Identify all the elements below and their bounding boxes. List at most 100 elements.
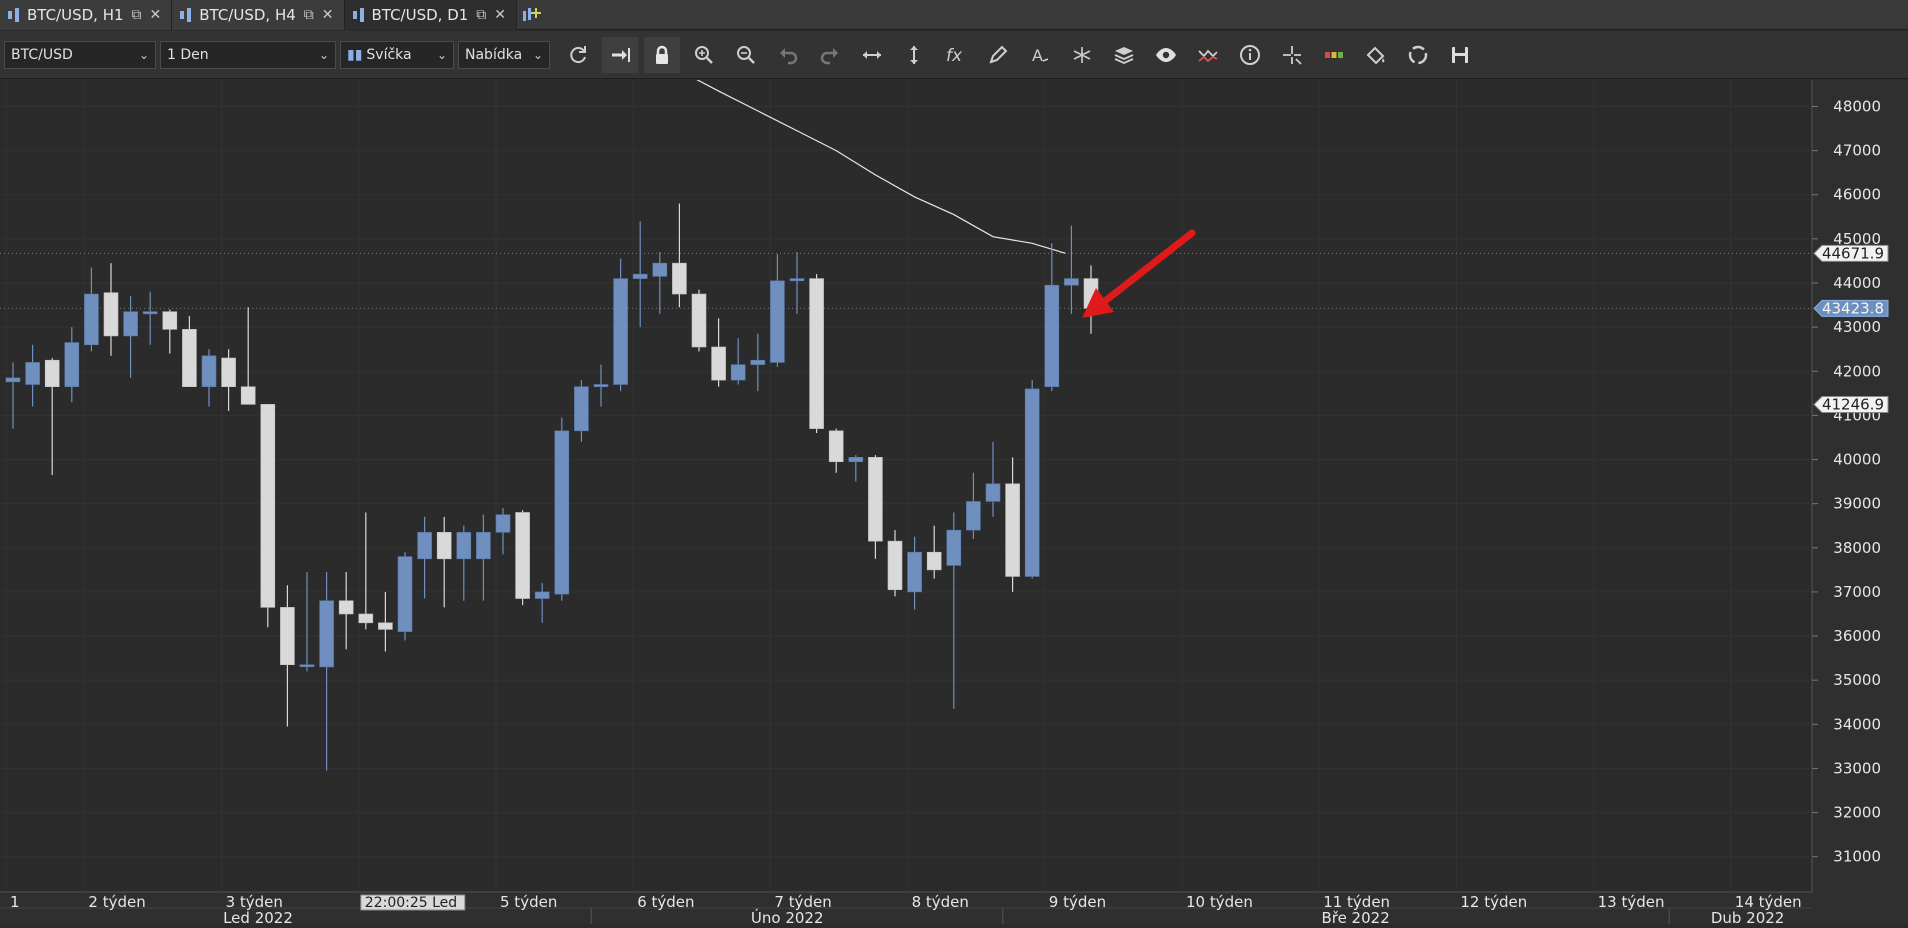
x-tick-label: 2 týden	[88, 893, 145, 911]
close-icon[interactable]: ✕	[150, 7, 162, 23]
crosshair-icon	[1283, 45, 1302, 65]
candle	[613, 258, 628, 392]
candle-body	[142, 311, 158, 315]
save-button[interactable]	[1442, 37, 1478, 73]
vertical-fit-button[interactable]	[896, 37, 932, 73]
candle-body	[632, 273, 648, 279]
candle-body	[319, 600, 334, 668]
tab-btcusd-h1[interactable]: BTC/USD, H1 ⧉ ✕	[0, 0, 173, 30]
y-tick-label: 36000	[1833, 627, 1881, 645]
fx-button[interactable]: fx	[938, 37, 974, 73]
candle-chart-icon	[180, 8, 192, 22]
autoscroll-icon	[612, 47, 630, 62]
candle-body	[946, 529, 962, 566]
y-tick-label: 37000	[1833, 583, 1881, 601]
paint-icon	[1366, 46, 1385, 64]
color-button[interactable]	[1316, 37, 1352, 73]
y-tick-label: 32000	[1833, 804, 1881, 822]
zoom-in-button[interactable]	[686, 37, 722, 73]
candle-body	[534, 591, 550, 599]
candle-body	[750, 359, 766, 365]
undo-button[interactable]	[770, 37, 806, 73]
add-chart-icon[interactable]	[517, 0, 547, 29]
y-tick-label: 33000	[1833, 759, 1881, 777]
chart-background	[0, 80, 1908, 924]
candle-body	[574, 386, 589, 432]
month-label: Bře 2022	[1321, 909, 1389, 924]
candle-body	[25, 362, 40, 385]
popout-icon[interactable]: ⧉	[476, 7, 486, 23]
month-label: Dub 2022	[1711, 909, 1785, 924]
svg-text:fx: fx	[946, 46, 963, 66]
candle-body	[828, 430, 844, 463]
y-tick-label: 48000	[1833, 97, 1881, 115]
paint-button[interactable]	[1358, 37, 1394, 73]
popout-icon[interactable]: ⧉	[132, 7, 142, 23]
info-icon	[1240, 44, 1260, 65]
symbol-select[interactable]: BTC/USD ⌄	[4, 40, 156, 69]
lock-icon	[656, 45, 668, 64]
popout-icon[interactable]: ⧉	[304, 7, 314, 23]
chevron-down-icon: ⌄	[532, 47, 543, 62]
horizontal-fit-button[interactable]	[854, 37, 890, 73]
candle-body	[789, 278, 805, 282]
candle-body	[260, 404, 276, 608]
undo-icon	[780, 47, 798, 64]
x-tick-label: 8 týden	[912, 893, 969, 911]
timeframe-select[interactable]: 1 Den ⌄	[160, 40, 336, 69]
candle-body	[84, 293, 99, 346]
zoom-out-button[interactable]	[728, 37, 764, 73]
x-tick-label: 6 týden	[637, 893, 694, 911]
pattern-button[interactable]	[1064, 37, 1100, 73]
price-label-filled: 43423.8	[1813, 299, 1889, 317]
candle	[260, 404, 276, 628]
autoscroll-button[interactable]	[602, 36, 638, 73]
layers-button[interactable]	[1106, 37, 1142, 73]
month-label: Úno 2022	[751, 908, 824, 924]
candle-body	[887, 540, 903, 591]
price-side-select[interactable]: Nabídka ⌄	[458, 40, 550, 69]
crosshair-button[interactable]	[1274, 37, 1310, 73]
info-button[interactable]	[1232, 37, 1268, 73]
candle-body	[907, 551, 922, 593]
close-icon[interactable]: ✕	[322, 7, 334, 23]
time-cursor-label: 22:00:25 Led	[365, 895, 457, 911]
chart-toolbar: BTC/USD ⌄ 1 Den ⌄ ▮▮ Svíčka ⌄ Nabídka ⌄ fx A	[0, 31, 1908, 79]
indicator-button[interactable]	[1190, 37, 1226, 73]
candle-body	[711, 346, 726, 381]
chart-type-select[interactable]: ▮▮ Svíčka ⌄	[340, 40, 454, 69]
save-icon	[1452, 46, 1468, 63]
y-tick-label: 46000	[1833, 186, 1881, 204]
refresh-button[interactable]	[560, 37, 596, 73]
text-tool-button[interactable]: A	[1022, 37, 1058, 73]
lock-button[interactable]	[644, 36, 680, 73]
tab-label: BTC/USD, D1	[371, 6, 469, 24]
tab-btcusd-d1[interactable]: BTC/USD, D1 ⧉ ✕	[344, 0, 518, 30]
candle-body	[593, 384, 609, 388]
tab-bar: BTC/USD, H1 ⧉ ✕ BTC/USD, H4 ⧉ ✕ BTC/USD,…	[0, 0, 1908, 30]
price-side-value: Nabídka	[465, 46, 523, 63]
candle-body	[770, 280, 785, 363]
month-label: Led 2022	[223, 909, 293, 924]
redo-button[interactable]	[812, 37, 848, 73]
chart-area[interactable]: 31000 32000 33000 34000 35000 36000 37000 38000…	[0, 75, 1908, 927]
close-icon[interactable]: ✕	[494, 7, 506, 23]
candle-body	[280, 607, 295, 666]
candlestick-chart[interactable]: 31000 32000 33000 34000 35000 36000 37000 38000…	[0, 75, 1908, 927]
layers-icon	[1114, 46, 1134, 64]
pencil-icon	[989, 45, 1008, 64]
price-label-text: 43423.8	[1822, 299, 1884, 317]
tab-btcusd-h4[interactable]: BTC/USD, H4 ⧉ ✕	[172, 0, 345, 30]
x-tick-label: 13 týden	[1598, 893, 1665, 911]
pencil-button[interactable]	[980, 37, 1016, 73]
candle-body	[495, 514, 511, 533]
eye-button[interactable]	[1148, 37, 1184, 73]
sync-button[interactable]	[1400, 37, 1436, 73]
candle-body	[358, 613, 374, 624]
candle-body	[1024, 388, 1040, 577]
candle-body	[691, 293, 707, 348]
x-tick-label: 12 týden	[1460, 893, 1527, 911]
candle-type-icon: ▮▮	[347, 46, 363, 63]
candle-body	[672, 262, 687, 295]
candle-body	[162, 311, 178, 330]
